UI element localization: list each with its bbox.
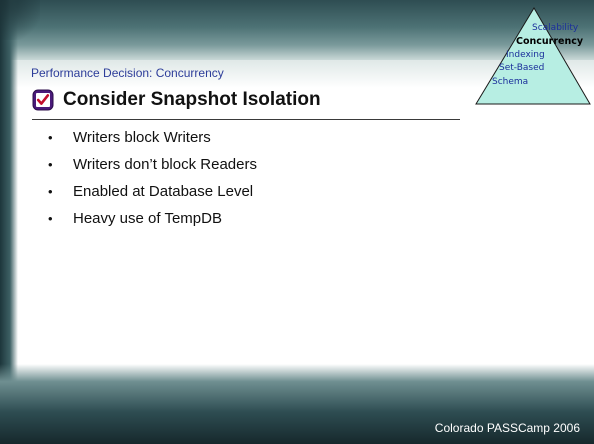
pyramid-label-schema: Schema bbox=[492, 77, 529, 87]
list-item: • Heavy use of TempDB bbox=[48, 205, 257, 232]
bullet-text: Enabled at Database Level bbox=[73, 183, 254, 200]
list-item: • Writers block Writers bbox=[48, 124, 257, 151]
bullet-list: • Writers block Writers • Writers don’t bl… bbox=[48, 124, 257, 232]
pyramid-label-scalability: Scalability bbox=[532, 23, 579, 33]
bullet-text: Writers don’t block Readers bbox=[73, 156, 257, 173]
pyramid-label-indexing: Indexing bbox=[506, 50, 545, 60]
performance-pyramid: Scalability Concurrency Indexing Set-Bas… bbox=[468, 6, 592, 122]
pyramid-label-concurrency: Concurrency bbox=[516, 36, 584, 47]
slide: Performance Decision: Concurrency Consid… bbox=[0, 0, 594, 444]
bullet-text: Writers block Writers bbox=[73, 129, 211, 146]
footer-text: Colorado PASSCamp 2006 bbox=[434, 421, 580, 435]
bullet-icon: • bbox=[48, 157, 53, 172]
bullet-icon: • bbox=[48, 184, 53, 199]
bullet-text: Heavy use of TempDB bbox=[73, 210, 222, 227]
list-item: • Writers don’t block Readers bbox=[48, 151, 257, 178]
title-row: Consider Snapshot Isolation bbox=[32, 85, 321, 115]
slide-subtitle: Performance Decision: Concurrency bbox=[31, 66, 224, 80]
checkbox-icon bbox=[32, 89, 54, 111]
corner-shadow bbox=[0, 0, 40, 40]
slide-title: Consider Snapshot Isolation bbox=[63, 89, 321, 110]
list-item: • Enabled at Database Level bbox=[48, 178, 257, 205]
pyramid-label-set-based: Set-Based bbox=[499, 63, 545, 73]
title-divider bbox=[32, 119, 460, 120]
bullet-icon: • bbox=[48, 211, 53, 226]
bullet-icon: • bbox=[48, 130, 53, 145]
